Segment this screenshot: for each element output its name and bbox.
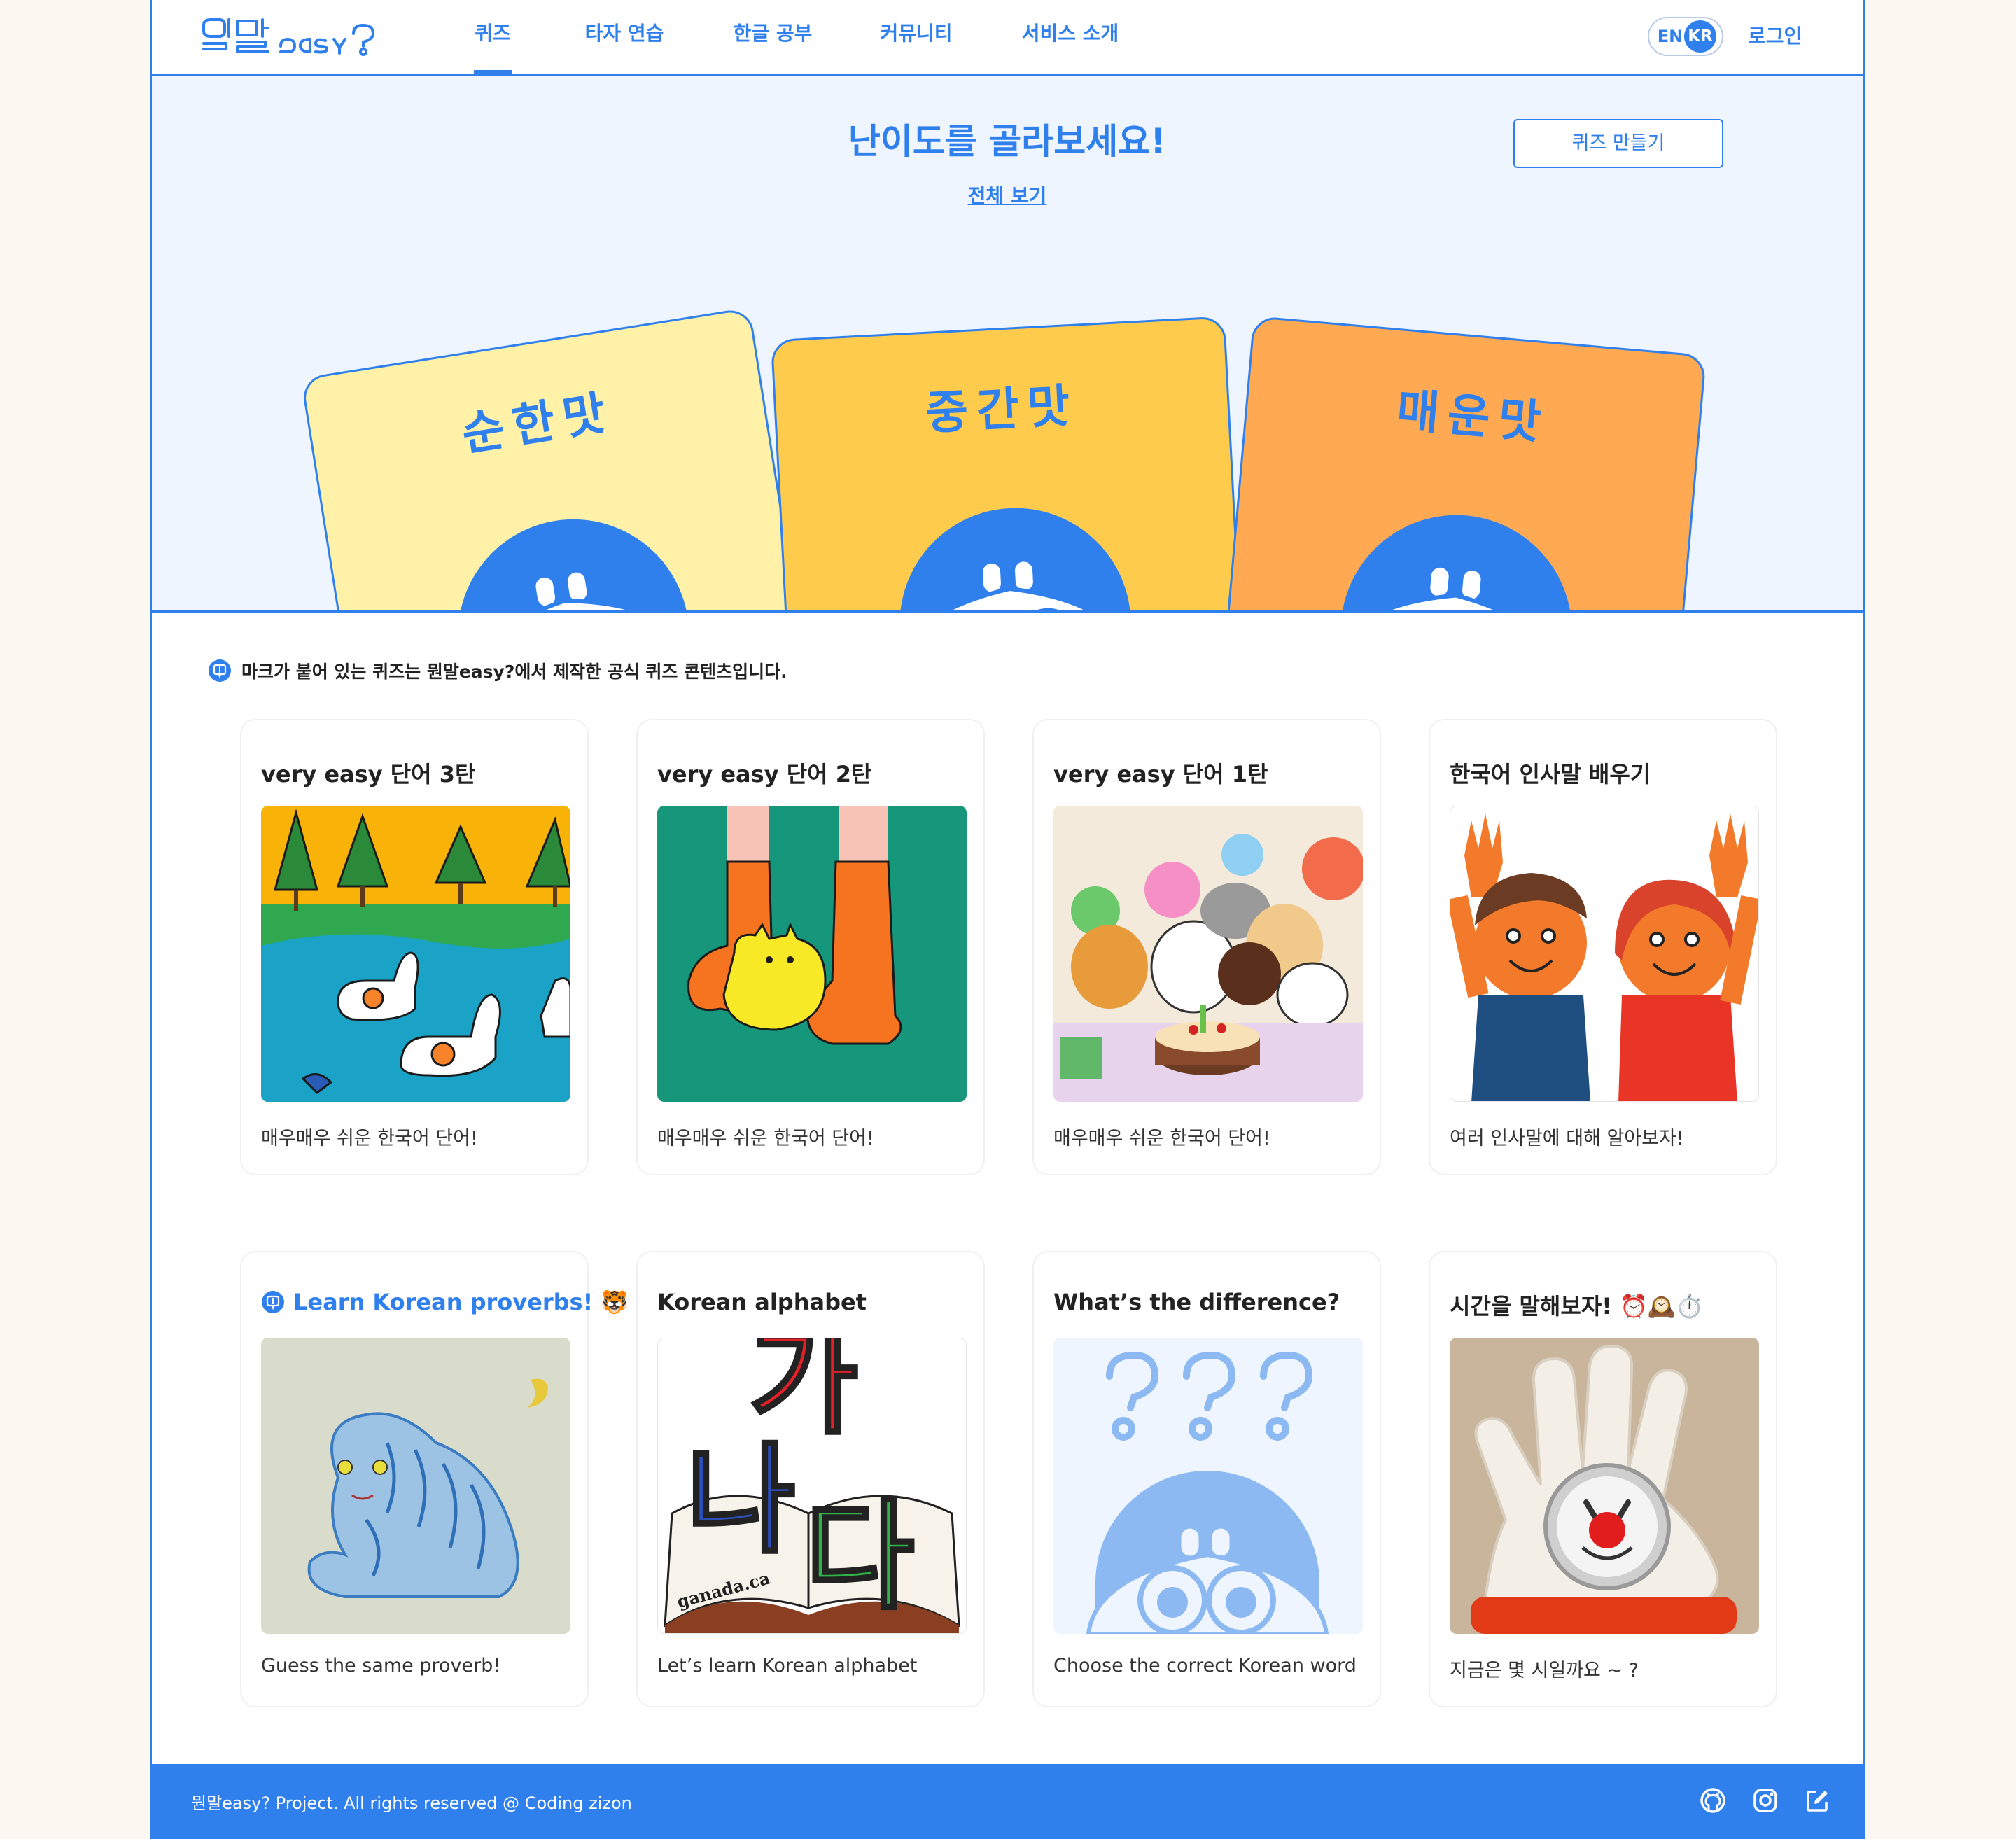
page-frame: 퀴즈 타자 연습 한글 공부 커뮤니티 서비스 소개 EN KR 로그인 난이도… <box>150 0 1865 1839</box>
official-notice: 마크가 붙어 있는 퀴즈는 뭔말easy?에서 제작한 공식 퀴즈 콘텐츠입니다… <box>208 658 788 683</box>
quiz-thumbnail <box>1054 1338 1363 1634</box>
quiz-card[interactable]: very easy 단어 3탄 매우매우 쉬운 한국어 단어! <box>240 719 589 1175</box>
quiz-card[interactable]: very easy 단어 2탄 매우매우 쉬운 한국어 단어! <box>636 719 985 1175</box>
quiz-thumbnail <box>1054 806 1363 1102</box>
quiz-thumbnail <box>261 1338 570 1634</box>
quiz-description: 여러 인사말에 대해 알아보자! <box>1450 1128 1684 1149</box>
nav-quiz[interactable]: 퀴즈 <box>474 0 512 75</box>
official-badge-icon <box>209 659 231 682</box>
svg-text:다: 다 <box>805 1488 914 1626</box>
footer-copyright: 뭔말easy? Project. All rights reserved @ C… <box>191 1793 632 1813</box>
quiz-card[interactable]: very easy 단어 1탄 매우매우 쉬운 한국어 단어! <box>1032 719 1381 1175</box>
quiz-title: 시간을 말해보자! ⏰🕰️⏱️ <box>1450 1293 1704 1320</box>
quiz-card-official[interactable]: Learn Korean proverbs! 🐯 Guess the same … <box>240 1251 629 1707</box>
make-quiz-button[interactable]: 퀴즈 만들기 <box>1513 119 1723 168</box>
main-nav: 퀴즈 타자 연습 한글 공부 커뮤니티 서비스 소개 <box>474 0 1120 75</box>
quiz-thumbnail: ganada.ca 가 나 다 <box>657 1338 967 1634</box>
quiz-card[interactable]: What’s the difference? Choose the correc… <box>1032 1251 1381 1707</box>
quiz-description: Let’s learn Korean alphabet <box>657 1655 918 1677</box>
official-badge-icon <box>262 1291 284 1313</box>
quiz-thumbnail <box>657 806 967 1102</box>
logo[interactable] <box>198 15 380 57</box>
quiz-description: 지금은 몇 시일까요 ~ ? <box>1450 1660 1639 1681</box>
character-face-icon <box>1326 515 1572 610</box>
quiz-title: 한국어 인사말 배우기 <box>1450 761 1651 788</box>
quiz-description: 매우매우 쉬운 한국어 단어! <box>1054 1128 1270 1149</box>
github-icon[interactable] <box>1699 1786 1727 1814</box>
quiz-title: Korean alphabet <box>657 1289 867 1315</box>
level-card-mild[interactable]: 순한맛 <box>300 307 811 610</box>
quiz-card[interactable]: Korean alphabet ganada.ca 가 나 다 Let’s le… <box>636 1251 985 1707</box>
nav-typing[interactable]: 타자 연습 <box>584 0 665 74</box>
svg-text:나: 나 <box>686 1432 795 1570</box>
nav-about[interactable]: 서비스 소개 <box>1021 0 1120 74</box>
quiz-title: What’s the difference? <box>1054 1289 1340 1315</box>
difficulty-hero: 난이도를 골라보세요! 전체 보기 퀴즈 만들기 순한맛 중간맛 매운맛 <box>152 76 1863 613</box>
character-face-icon <box>458 519 704 610</box>
nav-community[interactable]: 커뮤니티 <box>878 0 955 74</box>
level-card-medium[interactable]: 중간맛 <box>770 316 1246 610</box>
quiz-description: 매우매우 쉬운 한국어 단어! <box>657 1128 874 1149</box>
quiz-title: very easy 단어 2탄 <box>657 761 872 788</box>
quiz-title: Learn Korean proverbs! 🐯 <box>261 1289 629 1315</box>
quiz-title: very easy 단어 3탄 <box>261 761 476 788</box>
quiz-description: 매우매우 쉬운 한국어 단어! <box>261 1128 478 1149</box>
footer: 뭔말easy? Project. All rights reserved @ C… <box>152 1764 1863 1839</box>
edit-icon[interactable] <box>1804 1786 1832 1814</box>
quiz-description: Choose the correct Korean word <box>1054 1655 1357 1677</box>
login-link[interactable]: 로그인 <box>1748 21 1802 49</box>
header: 퀴즈 타자 연습 한글 공부 커뮤니티 서비스 소개 EN KR 로그인 <box>152 0 1863 76</box>
quiz-title-text: Learn Korean proverbs! 🐯 <box>293 1289 629 1315</box>
quiz-thumbnail <box>1450 1338 1759 1634</box>
quiz-card[interactable]: 한국어 인사말 배우기 여러 인사말에 대해 알아보자! <box>1429 719 1777 1175</box>
quiz-description: Guess the same proverb! <box>261 1655 501 1677</box>
notice-text: 마크가 붙어 있는 퀴즈는 뭔말easy?에서 제작한 공식 퀴즈 콘텐츠입니다… <box>241 662 788 682</box>
lang-en-option[interactable]: EN <box>1656 27 1684 46</box>
quiz-thumbnail <box>261 806 570 1102</box>
lang-kr-option[interactable]: KR <box>1684 20 1716 53</box>
instagram-icon[interactable] <box>1751 1786 1779 1814</box>
quiz-card[interactable]: 시간을 말해보자! ⏰🕰️⏱️ 지금은 몇 시일까요 ~ ? <box>1429 1251 1777 1707</box>
level-card-spicy[interactable]: 매운맛 <box>1219 315 1707 610</box>
quiz-thumbnail <box>1450 806 1759 1102</box>
view-all-link[interactable]: 전체 보기 <box>968 184 1047 207</box>
nav-hangul-study[interactable]: 한글 공부 <box>732 0 813 74</box>
character-face-icon <box>893 508 1136 610</box>
language-toggle[interactable]: EN KR <box>1648 17 1723 56</box>
quiz-title: very easy 단어 1탄 <box>1054 761 1268 788</box>
